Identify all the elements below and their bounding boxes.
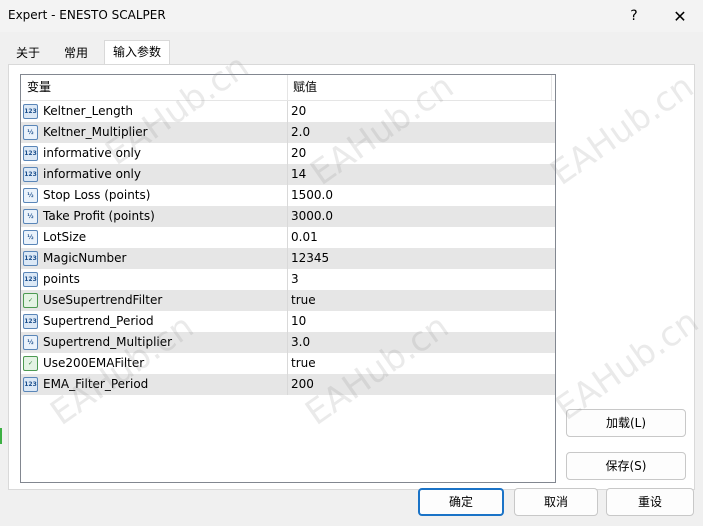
ok-button[interactable]: 确定 xyxy=(418,488,504,516)
parameter-value[interactable]: 3 xyxy=(291,269,299,290)
table-row[interactable]: ½ Keltner_Multiplier 2.0 xyxy=(21,122,555,143)
parameter-value[interactable]: 10 xyxy=(291,311,306,332)
table-row[interactable]: ½ Supertrend_Multiplier 3.0 xyxy=(21,332,555,353)
parameter-value[interactable]: 20 xyxy=(291,143,306,164)
window-title: Expert - ENESTO SCALPER xyxy=(8,8,166,22)
double-icon: ½ xyxy=(23,209,38,224)
parameter-name: LotSize xyxy=(43,230,87,244)
int-icon: 123 xyxy=(23,251,38,266)
tab-input-parameters[interactable]: 输入参数 xyxy=(104,40,170,66)
parameter-name: EMA_Filter_Period xyxy=(43,377,149,391)
table-header: 变量 赋值 xyxy=(21,75,555,101)
parameter-name: Keltner_Length xyxy=(43,104,134,118)
parameter-name: Stop Loss (points) xyxy=(43,188,151,202)
tab-common[interactable]: 常用 xyxy=(54,43,98,64)
cell-divider xyxy=(287,311,288,332)
parameter-value[interactable]: 3.0 xyxy=(291,332,310,353)
table-row[interactable]: ½ Take Profit (points) 3000.0 xyxy=(21,206,555,227)
parameter-value[interactable]: 0.01 xyxy=(291,227,318,248)
column-divider[interactable] xyxy=(551,75,552,100)
cell-divider xyxy=(287,206,288,227)
cell-divider xyxy=(287,185,288,206)
parameter-name: UseSupertrendFilter xyxy=(43,293,163,307)
parameter-name: informative only xyxy=(43,146,141,160)
cell-divider xyxy=(287,374,288,395)
parameter-value[interactable]: 14 xyxy=(291,164,306,185)
cell-divider xyxy=(287,353,288,374)
table-row[interactable]: ½ LotSize 0.01 xyxy=(21,227,555,248)
cell-divider xyxy=(287,269,288,290)
table-row[interactable]: 123 informative only 20 xyxy=(21,143,555,164)
table-row[interactable]: ½ Stop Loss (points) 1500.0 xyxy=(21,185,555,206)
reset-button[interactable]: 重设 xyxy=(606,488,694,516)
cell-divider xyxy=(287,164,288,185)
column-header-variable[interactable]: 变量 xyxy=(27,75,51,100)
table-row[interactable]: 123 informative only 14 xyxy=(21,164,555,185)
table-body: 123 Keltner_Length 20 ½ Keltner_Multiplier 2.… xyxy=(21,101,555,395)
parameter-value[interactable]: true xyxy=(291,353,316,374)
table-row[interactable]: 123 Supertrend_Period 10 xyxy=(21,311,555,332)
cancel-button[interactable]: 取消 xyxy=(514,488,598,516)
parameter-name: informative only xyxy=(43,167,141,181)
parameter-name: Supertrend_Period xyxy=(43,314,154,328)
parameter-name: Use200EMAFilter xyxy=(43,356,145,370)
window-edge-accent xyxy=(0,428,2,444)
column-header-value[interactable]: 赋值 xyxy=(293,75,317,100)
parameter-name: Keltner_Multiplier xyxy=(43,125,148,139)
parameters-table: 变量 赋值 123 Keltner_Length 20 ½ Keltner_Multip… xyxy=(20,74,556,483)
table-row[interactable]: 123 MagicNumber 12345 xyxy=(21,248,555,269)
tab-about[interactable]: 关于 xyxy=(8,43,48,64)
parameter-name: Supertrend_Multiplier xyxy=(43,335,173,349)
bool-icon: ✓ xyxy=(23,293,38,308)
table-row[interactable]: 123 points 3 xyxy=(21,269,555,290)
table-row[interactable]: ✓ Use200EMAFilter true xyxy=(21,353,555,374)
cell-divider xyxy=(287,290,288,311)
save-button[interactable]: 保存(S) xyxy=(566,452,686,480)
int-icon: 123 xyxy=(23,314,38,329)
cell-divider xyxy=(287,143,288,164)
help-button[interactable]: ? xyxy=(612,2,656,30)
parameter-value[interactable]: 1500.0 xyxy=(291,185,333,206)
parameter-name: points xyxy=(43,272,80,286)
cell-divider xyxy=(287,227,288,248)
int-icon: 123 xyxy=(23,104,38,119)
load-button[interactable]: 加载(L) xyxy=(566,409,686,437)
double-icon: ½ xyxy=(23,188,38,203)
parameter-value[interactable]: 12345 xyxy=(291,248,329,269)
cell-divider xyxy=(287,248,288,269)
parameter-value[interactable]: 2.0 xyxy=(291,122,310,143)
parameter-value[interactable]: 20 xyxy=(291,101,306,122)
double-icon: ½ xyxy=(23,335,38,350)
int-icon: 123 xyxy=(23,377,38,392)
parameter-value[interactable]: true xyxy=(291,290,316,311)
column-divider[interactable] xyxy=(287,75,288,100)
parameter-value[interactable]: 3000.0 xyxy=(291,206,333,227)
table-row[interactable]: ✓ UseSupertrendFilter true xyxy=(21,290,555,311)
double-icon: ½ xyxy=(23,230,38,245)
parameter-value[interactable]: 200 xyxy=(291,374,314,395)
table-row[interactable]: 123 Keltner_Length 20 xyxy=(21,101,555,122)
int-icon: 123 xyxy=(23,146,38,161)
close-button[interactable]: ✕ xyxy=(658,2,702,30)
double-icon: ½ xyxy=(23,125,38,140)
int-icon: 123 xyxy=(23,272,38,287)
title-bar: Expert - ENESTO SCALPER ? ✕ xyxy=(0,0,703,32)
cell-divider xyxy=(287,332,288,353)
cell-divider xyxy=(287,101,288,122)
int-icon: 123 xyxy=(23,167,38,182)
table-row[interactable]: 123 EMA_Filter_Period 200 xyxy=(21,374,555,395)
parameter-name: MagicNumber xyxy=(43,251,127,265)
cell-divider xyxy=(287,122,288,143)
parameter-name: Take Profit (points) xyxy=(43,209,155,223)
bool-icon: ✓ xyxy=(23,356,38,371)
